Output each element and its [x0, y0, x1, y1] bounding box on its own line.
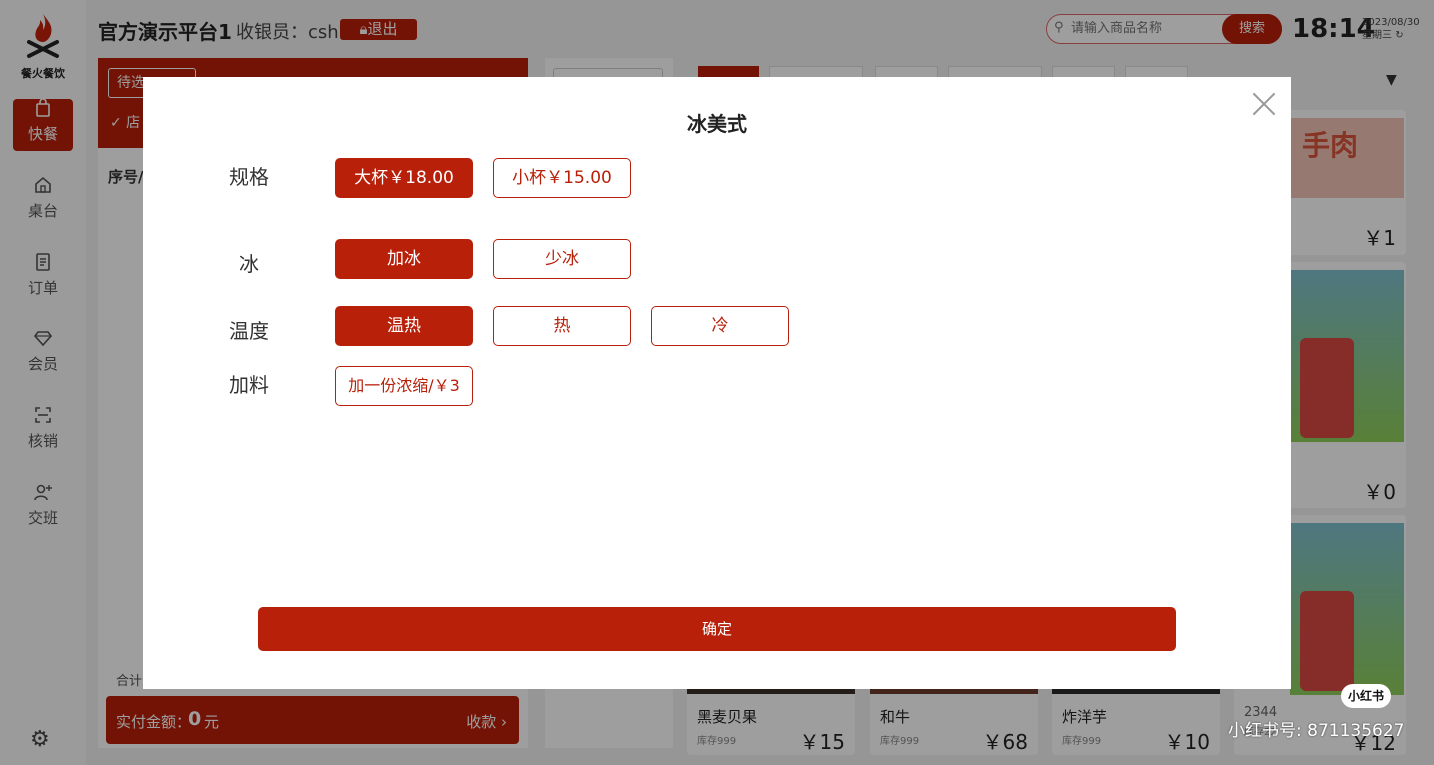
- option-temp-warm[interactable]: 温热: [335, 306, 473, 346]
- watermark-text: 小红书号: 871135627: [1228, 721, 1405, 741]
- confirm-button[interactable]: 确定: [258, 607, 1176, 651]
- option-temp-cold[interactable]: 冷: [651, 306, 789, 346]
- option-label-ice: 冰: [239, 252, 259, 276]
- close-icon[interactable]: [1249, 89, 1279, 119]
- option-size-small[interactable]: 小杯￥15.00: [493, 158, 631, 198]
- option-label-temperature: 温度: [229, 319, 269, 343]
- option-temp-hot[interactable]: 热: [493, 306, 631, 346]
- option-label-addon: 加料: [229, 373, 269, 397]
- option-ice-add[interactable]: 加冰: [335, 239, 473, 279]
- product-options-modal: 冰美式 规格 大杯￥18.00 小杯￥15.00 冰 加冰 少冰 温度 温热 热…: [143, 77, 1291, 689]
- option-addon-espresso[interactable]: 加一份浓缩/￥3: [335, 366, 473, 406]
- option-size-large[interactable]: 大杯￥18.00: [335, 158, 473, 198]
- modal-title: 冰美式: [687, 112, 747, 136]
- watermark-logo: 小红书: [1341, 684, 1391, 708]
- option-ice-less[interactable]: 少冰: [493, 239, 631, 279]
- option-label-size: 规格: [229, 165, 269, 189]
